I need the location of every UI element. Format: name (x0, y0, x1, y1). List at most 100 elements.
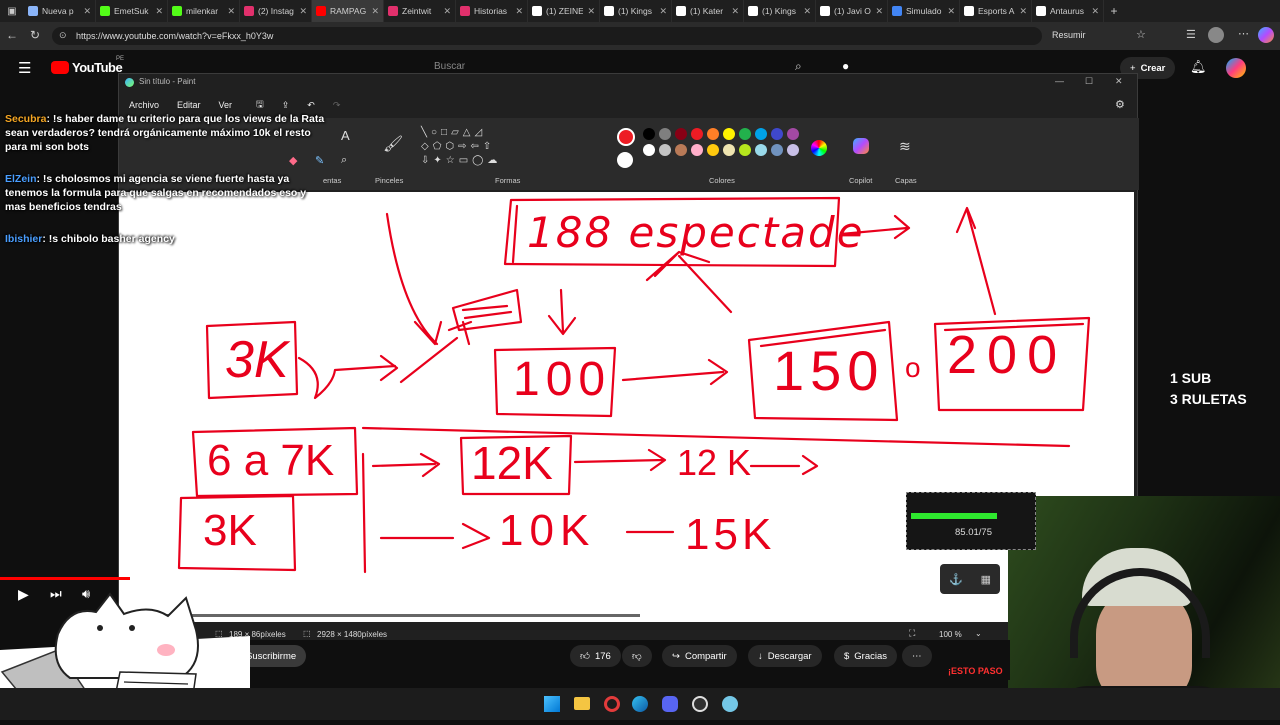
tab-close-icon[interactable]: ✕ (875, 6, 883, 17)
start-icon[interactable] (544, 696, 560, 712)
url-field[interactable]: ⊙ https://www.youtube.com/watch?v=eFkxx_… (52, 27, 1042, 45)
minimize-button[interactable]: — (1055, 76, 1064, 86)
microphone-icon[interactable]: ● (842, 59, 849, 73)
tab-close-icon[interactable]: ✕ (227, 6, 235, 17)
browser-tab[interactable]: (1) Javi O ✕ (816, 0, 888, 22)
drawing-canvas[interactable]: 188 espectade 3K 100 150 o 200 6 a 7K 12… (119, 192, 1134, 622)
palette-swatch[interactable] (723, 128, 735, 140)
hamburger-icon[interactable]: ☰ (18, 59, 31, 77)
more-icon[interactable]: ⋯ (1238, 27, 1249, 40)
tab-close-icon[interactable]: ✕ (659, 6, 667, 17)
palette-swatch[interactable] (755, 128, 767, 140)
tab-close-icon[interactable]: ✕ (515, 6, 523, 17)
site-info-icon[interactable]: ⊙ (59, 30, 67, 41)
share-button[interactable]: ↪ Compartir (662, 645, 737, 667)
palette-swatch[interactable] (659, 128, 671, 140)
new-tab-icon[interactable]: + (1104, 4, 1124, 18)
back-icon[interactable]: ← (6, 28, 18, 42)
youtube-logo[interactable]: YouTube (72, 60, 123, 75)
undo-icon[interactable]: ↶ (307, 100, 315, 111)
edge-icon[interactable] (632, 696, 648, 712)
tab-close-icon[interactable]: ✕ (1091, 6, 1099, 17)
tab-close-icon[interactable]: ✕ (83, 6, 91, 17)
palette-swatch[interactable] (739, 128, 751, 140)
browser-tab[interactable]: Zeintwit ✕ (384, 0, 456, 22)
active-color-swatch[interactable] (617, 128, 635, 146)
file-explorer-icon[interactable] (574, 697, 590, 710)
zoom-level[interactable]: 100 % (939, 630, 962, 639)
browser-tab[interactable]: EmetSuk ✕ (96, 0, 168, 22)
edit-colors-icon[interactable] (811, 140, 827, 156)
window-menu-icon[interactable]: ▣ (0, 6, 24, 17)
palette-swatch[interactable] (659, 144, 671, 156)
palette-swatch[interactable] (771, 144, 783, 156)
brush-icon[interactable]: 🖌︎ (383, 134, 403, 154)
browser-tab[interactable]: (1) Kater ✕ (672, 0, 744, 22)
discord-icon[interactable] (662, 696, 678, 712)
share-icon[interactable]: ⇪ (282, 100, 290, 111)
palette-swatch[interactable] (675, 144, 687, 156)
copilot-button-icon[interactable] (853, 138, 869, 154)
browser-tab[interactable]: Historias ✕ (456, 0, 528, 22)
palette-swatch[interactable] (691, 128, 703, 140)
palette-swatch[interactable] (691, 144, 703, 156)
browser-tab[interactable]: (1) ZEINE ✕ (528, 0, 600, 22)
tab-close-icon[interactable]: ✕ (587, 6, 595, 17)
notifications-icon[interactable]: 🔔︎ (1190, 59, 1207, 75)
obs-icon[interactable] (692, 696, 708, 712)
search-icon[interactable]: ⌕ (795, 59, 802, 74)
tab-close-icon[interactable]: ✕ (731, 6, 739, 17)
chatgpt-icon[interactable] (722, 696, 738, 712)
eraser-icon[interactable]: ◆ (289, 154, 297, 167)
shapes-gallery[interactable]: ╲○□▱△◿ ◇⬠⬡⇨⇦⇧ ⇩✦☆▭◯☁ (421, 126, 527, 172)
palette-swatch[interactable] (771, 128, 783, 140)
browser-tab[interactable]: Simulado ✕ (888, 0, 960, 22)
copilot-icon[interactable] (1258, 27, 1274, 43)
menu-archivo[interactable]: Archivo (129, 100, 159, 110)
save-icon[interactable]: 🖫︎ (256, 97, 264, 113)
more-actions-button[interactable]: ⋯ (902, 645, 932, 667)
browser-tab[interactable]: (1) Kings ✕ (744, 0, 816, 22)
palette-swatch[interactable] (787, 144, 799, 156)
overlay-tool-buttons[interactable]: ⚓ ▦ (940, 564, 1000, 594)
redo-icon[interactable]: ↷ (333, 100, 341, 111)
secondary-color-swatch[interactable] (617, 152, 633, 168)
channel-avatar[interactable] (1226, 58, 1246, 78)
tab-close-icon[interactable]: ✕ (155, 6, 163, 17)
zoom-dropdown-icon[interactable]: ⌄ (975, 629, 982, 638)
palette-swatch[interactable] (643, 144, 655, 156)
maximize-button[interactable]: ☐ (1085, 76, 1093, 87)
browser-tab[interactable]: (1) Kings ✕ (600, 0, 672, 22)
tab-close-icon[interactable]: ✕ (947, 6, 955, 17)
palette-swatch[interactable] (739, 144, 751, 156)
youtube-logo-icon[interactable] (51, 61, 69, 74)
palette-swatch[interactable] (707, 144, 719, 156)
download-button[interactable]: ↓ Descargar (748, 645, 822, 667)
color-picker-icon[interactable]: ✎ (315, 154, 324, 167)
app-icon[interactable] (604, 696, 620, 712)
profile-label[interactable]: Resumir (1052, 30, 1086, 40)
zoom-icon[interactable]: ⌕ (341, 154, 347, 167)
avatar[interactable] (1208, 27, 1224, 43)
menu-editar[interactable]: Editar (177, 100, 201, 110)
grid-icon[interactable]: ▦ (981, 573, 991, 586)
browser-tab[interactable]: Nueva p ✕ (24, 0, 96, 22)
browser-tab[interactable]: (2) Instag ✕ (240, 0, 312, 22)
thanks-button[interactable]: $ Gracias (834, 645, 898, 667)
tab-close-icon[interactable]: ✕ (299, 6, 307, 17)
collections-icon[interactable]: ☰ (1186, 28, 1196, 41)
browser-tab[interactable]: milenkar ✕ (168, 0, 240, 22)
fit-icon[interactable]: ⛶ (909, 628, 915, 639)
palette-swatch[interactable] (707, 128, 719, 140)
pin-icon[interactable]: ⚓ (949, 573, 963, 586)
layers-icon[interactable]: ≋ (899, 138, 911, 155)
browser-tab[interactable]: RAMPAG ✕ (312, 0, 384, 22)
browser-tab[interactable]: Antaurus ✕ (1032, 0, 1104, 22)
palette-swatch[interactable] (675, 128, 687, 140)
settings-icon[interactable]: ⚙ (1115, 98, 1125, 111)
dislike-button[interactable]: 👎︎ (622, 645, 652, 667)
palette-swatch[interactable] (755, 144, 767, 156)
like-button[interactable]: 👍︎ 176 (570, 645, 621, 667)
tab-close-icon[interactable]: ✕ (1019, 6, 1027, 17)
palette-swatch[interactable] (643, 128, 655, 140)
